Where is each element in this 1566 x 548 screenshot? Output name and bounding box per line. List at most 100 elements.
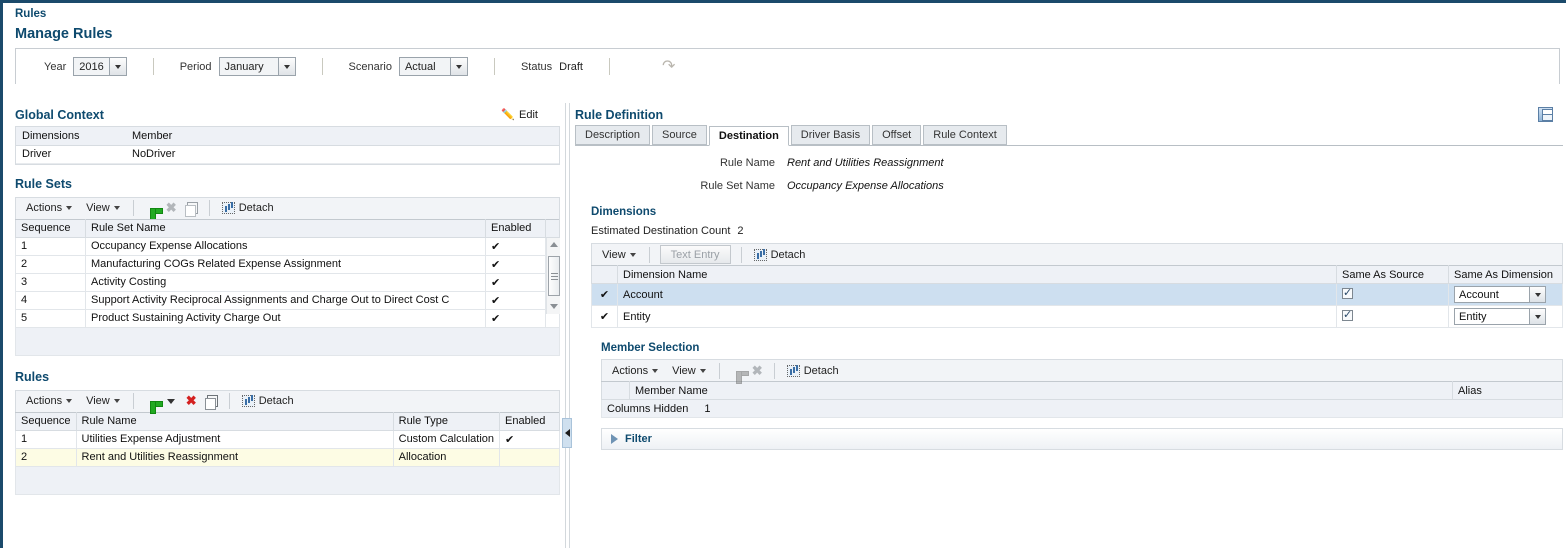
same-as-dimension-value: Entity [1459, 311, 1487, 323]
cell-same-as-source [1336, 283, 1449, 306]
rules-actions-menu[interactable]: Actions [20, 393, 78, 409]
rule-sets-add-button[interactable] [141, 199, 160, 218]
pane-splitter[interactable] [562, 103, 572, 548]
divider [208, 200, 210, 216]
cell-dimension: Driver [16, 145, 126, 164]
column-header-enabled: Enabled [499, 411, 560, 431]
table-row-selected[interactable]: ✔ Account Account [591, 283, 1563, 306]
rule-sets-view-menu[interactable]: View [80, 200, 126, 216]
scrollbar-thumb[interactable] [548, 255, 560, 296]
rule-sets-detach-button[interactable]: Detach [217, 201, 279, 215]
save-icon[interactable] [1538, 107, 1553, 122]
edit-global-context-button[interactable]: ✏️ Edit [501, 108, 560, 122]
same-as-dimension-select[interactable]: Entity [1454, 308, 1546, 325]
table-row-selected[interactable]: 2 Rent and Utilities Reassignment Alloca… [15, 448, 560, 467]
cell-same-as-source [1336, 305, 1449, 328]
year-select[interactable]: 2016 [73, 57, 127, 76]
table-row[interactable]: 3 Activity Costing ✔ [15, 273, 560, 292]
global-context-table-wrap: Dimensions Member Driver NoDriver [15, 126, 560, 165]
table-row[interactable]: 5 Product Sustaining Activity Charge Out… [15, 309, 560, 328]
chevron-down-icon[interactable] [277, 58, 295, 75]
table-row[interactable]: 1 Occupancy Expense Allocations ✔ [15, 237, 560, 256]
table-row[interactable]: ✔ Entity Entity [591, 305, 1563, 328]
column-header-same-as-dimension: Same As Dimension [1448, 265, 1563, 284]
cell-row-check: ✔ [591, 283, 618, 306]
rule-name-label: Rule Name [719, 157, 775, 169]
splitter-collapse-handle[interactable] [562, 418, 572, 448]
rule-sets-scrollbar[interactable] [546, 237, 560, 314]
context-bar: Year 2016 Period January Scenario Actual… [15, 48, 1560, 84]
rule-sets-actions-menu[interactable]: Actions [20, 200, 78, 216]
tab-destination[interactable]: Destination [708, 126, 789, 146]
redo-icon[interactable]: ↷ [662, 58, 675, 75]
cell-sequence: 1 [15, 237, 86, 256]
actions-label: Actions [26, 202, 63, 214]
rules-add-button[interactable] [141, 392, 160, 411]
period-value: January [224, 61, 264, 73]
column-header-dimension-name: Dimension Name [617, 265, 1337, 284]
rules-detach-button[interactable]: Detach [237, 394, 299, 408]
cell-dimension-name: Entity [617, 305, 1337, 328]
cell-enabled: ✔ [499, 430, 560, 449]
cell-rule-type: Allocation [392, 448, 501, 467]
detach-label: Detach [803, 364, 839, 377]
rule-definition-title: Rule Definition [575, 108, 664, 122]
view-label: View [602, 248, 626, 261]
page-title: Manage Rules [15, 26, 113, 42]
chevron-down-icon[interactable] [1529, 287, 1545, 302]
scroll-up-arrow-icon[interactable] [547, 238, 560, 252]
member-selection-actions-menu[interactable]: Actions [606, 363, 664, 379]
chevron-down-icon[interactable] [449, 58, 467, 75]
tab-offset[interactable]: Offset [872, 125, 922, 145]
scenario-select[interactable]: Actual [398, 57, 468, 76]
same-as-dimension-select[interactable]: Account [1454, 286, 1546, 303]
cell-rule-name: Rent and Utilities Reassignment [75, 448, 394, 467]
cell-rule-set-name: Occupancy Expense Allocations [85, 237, 486, 256]
period-group: Period January [180, 57, 296, 76]
member-selection-table: Member Name Alias Columns Hidden 1 [601, 381, 1563, 418]
period-label: Period [179, 60, 212, 73]
detach-label: Detach [238, 202, 274, 214]
edit-label: Edit [519, 108, 538, 121]
column-header-dimensions: Dimensions [16, 127, 126, 146]
divider [152, 58, 154, 75]
copy-icon [204, 395, 218, 410]
tab-driver-basis[interactable]: Driver Basis [790, 125, 871, 145]
tab-description[interactable]: Description [575, 125, 651, 145]
global-context-title: Global Context [15, 108, 104, 122]
cell-enabled: ✔ [485, 309, 546, 328]
rule-set-name-value: Occupancy Expense Allocations [787, 180, 944, 192]
tab-rule-context[interactable]: Rule Context [923, 125, 1007, 145]
scenario-group: Scenario Actual [349, 57, 468, 76]
rules-delete-button[interactable]: ✖ [182, 392, 201, 411]
divider [718, 362, 720, 379]
rules-copy-button[interactable] [203, 392, 222, 411]
table-row[interactable]: 2 Manufacturing COGs Related Expense Ass… [15, 255, 560, 274]
chevron-down-icon[interactable] [1529, 309, 1545, 324]
dimensions-view-menu[interactable]: View [596, 247, 642, 263]
cell-same-as-dimension: Account [1448, 283, 1563, 306]
period-select[interactable]: January [218, 57, 296, 76]
caret-down-icon[interactable] [166, 398, 175, 404]
dimensions-detach-button[interactable]: Detach [749, 248, 811, 262]
rules-view-menu[interactable]: View [80, 393, 126, 409]
filter-disclosure[interactable]: Filter [601, 428, 1563, 450]
rules-empty-strip [15, 466, 560, 495]
same-as-source-checkbox[interactable] [1342, 308, 1353, 321]
table-row[interactable]: 4 Support Activity Reciprocal Assignment… [15, 291, 560, 310]
tab-source[interactable]: Source [652, 125, 707, 145]
caret-down-icon [699, 368, 706, 373]
member-selection-detach-button[interactable]: Detach [782, 364, 844, 378]
member-selection-view-menu[interactable]: View [666, 363, 712, 379]
chevron-down-icon[interactable] [108, 58, 126, 75]
column-header-enabled: Enabled [485, 218, 546, 238]
table-row[interactable]: Driver NoDriver [16, 145, 559, 164]
scroll-down-arrow-icon[interactable] [547, 300, 560, 314]
status-label: Status [520, 60, 553, 73]
member-selection-title: Member Selection [601, 342, 700, 354]
table-row[interactable]: 1 Utilities Expense Adjustment Custom Ca… [15, 430, 560, 449]
same-as-source-checkbox[interactable] [1342, 286, 1353, 299]
cell-enabled: ✔ [485, 255, 546, 274]
column-header-select [591, 265, 618, 284]
divider [321, 58, 323, 75]
